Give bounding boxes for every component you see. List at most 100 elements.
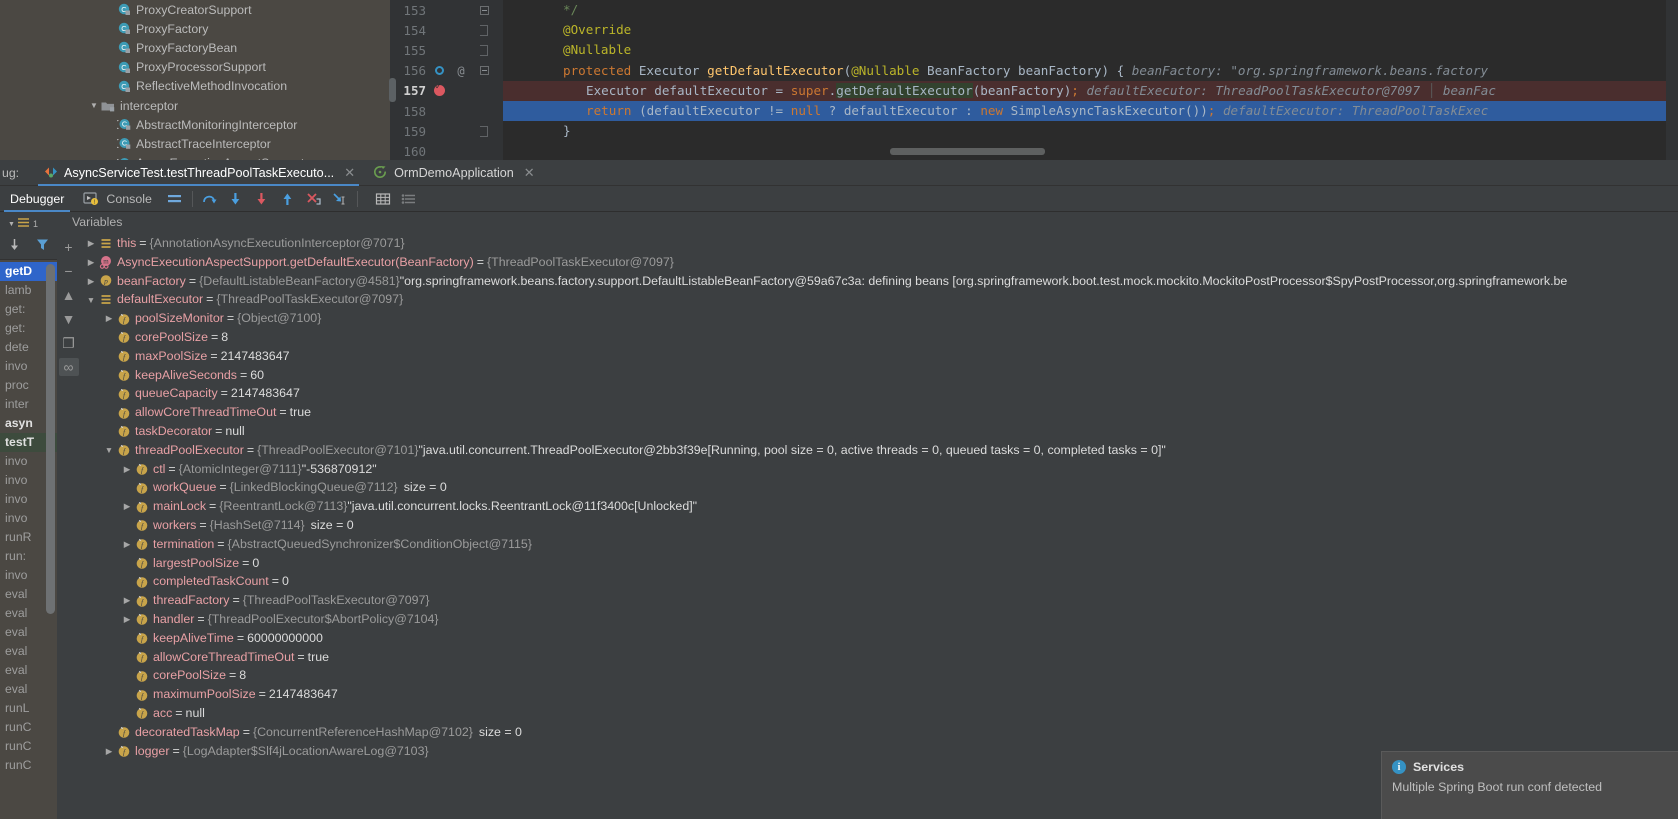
variable-row[interactable]: fqueueCapacity=2147483647	[80, 384, 1678, 403]
fold-marker[interactable]	[472, 25, 496, 36]
project-tree-item[interactable]: CProxyFactory	[0, 19, 390, 38]
variable-row[interactable]: ftaskDecorator=null	[80, 422, 1678, 441]
variable-row[interactable]: ▶mAsyncExecutionAspectSupport.getDefault…	[80, 253, 1678, 272]
variable-row[interactable]: ▼fthreadPoolExecutor={ThreadPoolExecutor…	[80, 441, 1678, 460]
move-down-icon[interactable]: ▼	[59, 310, 79, 328]
close-icon[interactable]: ✕	[524, 165, 535, 181]
variable-row[interactable]: fcorePoolSize=8	[80, 328, 1678, 347]
chevron-right-icon[interactable]: ▶	[84, 239, 98, 248]
drop-frame-icon[interactable]	[301, 187, 327, 211]
force-step-into-icon[interactable]	[249, 187, 275, 211]
variable-row[interactable]: fkeepAliveTime=60000000000	[80, 629, 1678, 648]
variable-row[interactable]: ▶this={AnnotationAsyncExecutionIntercept…	[80, 234, 1678, 253]
annotation-gutter-icon[interactable]: @	[450, 64, 472, 78]
fold-marker[interactable]	[472, 45, 496, 56]
project-tree-item[interactable]: CProxyCreatorSupport	[0, 0, 390, 19]
project-tree-item[interactable]: CAbstractMonitoringInterceptor	[0, 115, 390, 134]
evaluate-expression-icon[interactable]	[370, 187, 396, 211]
layout-settings-icon[interactable]	[162, 187, 188, 211]
frames-selector[interactable]: ▼ 1	[8, 215, 38, 233]
chevron-right-icon[interactable]: ▶	[102, 747, 116, 756]
export-threads-icon[interactable]	[7, 237, 22, 257]
frame-list-item[interactable]: eval	[0, 623, 57, 642]
frames-scrollbar[interactable]	[46, 264, 55, 614]
frames-list[interactable]: getDlambget:get:deteinvoprocinterasyntes…	[0, 260, 57, 819]
chevron-right-icon[interactable]: ▶	[120, 596, 134, 605]
project-tree-item[interactable]: CReflectiveMethodInvocation	[0, 77, 390, 96]
fold-marker[interactable]	[472, 126, 496, 137]
step-over-icon[interactable]	[197, 187, 223, 211]
frame-list-item[interactable]: runC	[0, 718, 57, 737]
inline-watches-icon[interactable]: ∞	[59, 358, 79, 376]
variable-row[interactable]: fmaxPoolSize=2147483647	[80, 347, 1678, 366]
frame-list-item[interactable]: runC	[0, 756, 57, 775]
variable-row[interactable]: ▶fctl={AtomicInteger@7111} "-536870912"	[80, 460, 1678, 479]
chevron-down-icon[interactable]: ▼	[102, 446, 116, 455]
frame-list-item[interactable]: eval	[0, 661, 57, 680]
editor-horizontal-scrollbar[interactable]	[890, 148, 1045, 155]
tab-console[interactable]: Console	[104, 186, 161, 212]
frames-panel[interactable]: getDlambget:get:deteinvoprocinterasyntes…	[0, 234, 57, 819]
frame-list-item[interactable]: eval	[0, 642, 57, 661]
run-to-cursor-icon[interactable]	[327, 187, 353, 211]
add-watch-icon[interactable]: +	[59, 238, 79, 256]
chevron-right-icon[interactable]: ▶	[120, 615, 134, 624]
variable-row[interactable]: fmaximumPoolSize=2147483647	[80, 685, 1678, 704]
variable-row[interactable]: flargestPoolSize=0	[80, 554, 1678, 573]
chevron-right-icon[interactable]: ▶	[102, 314, 116, 323]
project-tree-item[interactable]: ▼interceptor	[0, 96, 390, 115]
breakpoint-icon[interactable]	[428, 85, 450, 96]
step-out-icon[interactable]	[275, 187, 301, 211]
variable-row[interactable]: ▶pbeanFactory={DefaultListableBeanFactor…	[80, 272, 1678, 291]
frame-list-item[interactable]: runL	[0, 699, 57, 718]
variable-row[interactable]: fallowCoreThreadTimeOut=true	[80, 403, 1678, 422]
variable-row[interactable]: ▼defaultExecutor={ThreadPoolTaskExecutor…	[80, 290, 1678, 309]
variable-row[interactable]: fcompletedTaskCount=0	[80, 572, 1678, 591]
chevron-right-icon[interactable]: ▶	[84, 258, 98, 267]
project-tree-item[interactable]: CProxyProcessorSupport	[0, 58, 390, 77]
variable-row[interactable]: fcorePoolSize=8	[80, 666, 1678, 685]
project-tree-item[interactable]: CAbstractTraceInterceptor	[0, 134, 390, 153]
tab-debugger[interactable]: Debugger	[0, 186, 74, 212]
variable-row[interactable]: fworkers={HashSet@7114}size = 0	[80, 516, 1678, 535]
variable-row[interactable]: ▶ftermination={AbstractQueuedSynchronize…	[80, 535, 1678, 554]
settings-list-icon[interactable]	[396, 187, 422, 211]
project-tree[interactable]: CProxyCreatorSupportCProxyFactoryCProxyF…	[0, 0, 390, 160]
close-icon[interactable]: ✕	[344, 165, 355, 181]
debug-session-tab-asyncservicetest[interactable]: AsyncServiceTest.testThreadPoolTaskExecu…	[34, 160, 363, 186]
variable-row[interactable]: fkeepAliveSeconds=60	[80, 366, 1678, 385]
code-text-area[interactable]: */ @Override @Nullable protected Executo…	[503, 0, 1678, 160]
editor-error-stripe[interactable]	[1666, 0, 1678, 160]
chevron-right-icon[interactable]: ▶	[120, 502, 134, 511]
chevron-right-icon[interactable]: ▶	[120, 465, 134, 474]
code-editor[interactable]: 153 154 155 156 @	[390, 0, 1678, 160]
console-icon[interactable]: !	[78, 187, 104, 211]
chevron-down-icon[interactable]: ▼	[84, 296, 98, 305]
filter-icon[interactable]	[35, 237, 50, 257]
project-tree-item[interactable]: CProxyFactoryBean	[0, 38, 390, 57]
services-notification-popup[interactable]: i Services Multiple Spring Boot run conf…	[1381, 751, 1678, 819]
copy-value-icon[interactable]: ❐	[59, 334, 79, 352]
step-into-icon[interactable]	[223, 187, 249, 211]
variable-row[interactable]: fworkQueue={LinkedBlockingQueue@7112}siz…	[80, 478, 1678, 497]
variables-tree[interactable]: ▶this={AnnotationAsyncExecutionIntercept…	[80, 234, 1678, 819]
variable-row[interactable]: ▶fhandler={ThreadPoolExecutor$AbortPolic…	[80, 610, 1678, 629]
move-up-icon[interactable]: ▲	[59, 286, 79, 304]
chevron-right-icon[interactable]: ▶	[120, 540, 134, 549]
variable-row[interactable]: ▶fpoolSizeMonitor={Object@7100}	[80, 309, 1678, 328]
variable-row[interactable]: fdecoratedTaskMap={ConcurrentReferenceHa…	[80, 723, 1678, 742]
chevron-right-icon[interactable]: ▶	[84, 277, 98, 286]
remove-watch-icon[interactable]: −	[59, 262, 79, 280]
overridden-method-icon[interactable]	[428, 66, 450, 75]
fold-marker[interactable]	[472, 6, 496, 15]
editor-gutter[interactable]: 153 154 155 156 @	[390, 0, 503, 160]
frame-list-item[interactable]: eval	[0, 680, 57, 699]
variable-row[interactable]: ▶fmainLock={ReentrantLock@7113} "java.ut…	[80, 497, 1678, 516]
variable-row[interactable]: ▶fthreadFactory={ThreadPoolTaskExecutor@…	[80, 591, 1678, 610]
chevron-down-icon[interactable]: ▼	[88, 102, 100, 110]
frame-list-item[interactable]: runC	[0, 737, 57, 756]
variable-row[interactable]: facc=null	[80, 704, 1678, 723]
variable-row[interactable]: fallowCoreThreadTimeOut=true	[80, 648, 1678, 667]
fold-marker[interactable]	[472, 66, 496, 75]
debug-session-tab-ormdemoapplication[interactable]: OrmDemoApplication ✕	[363, 160, 543, 186]
